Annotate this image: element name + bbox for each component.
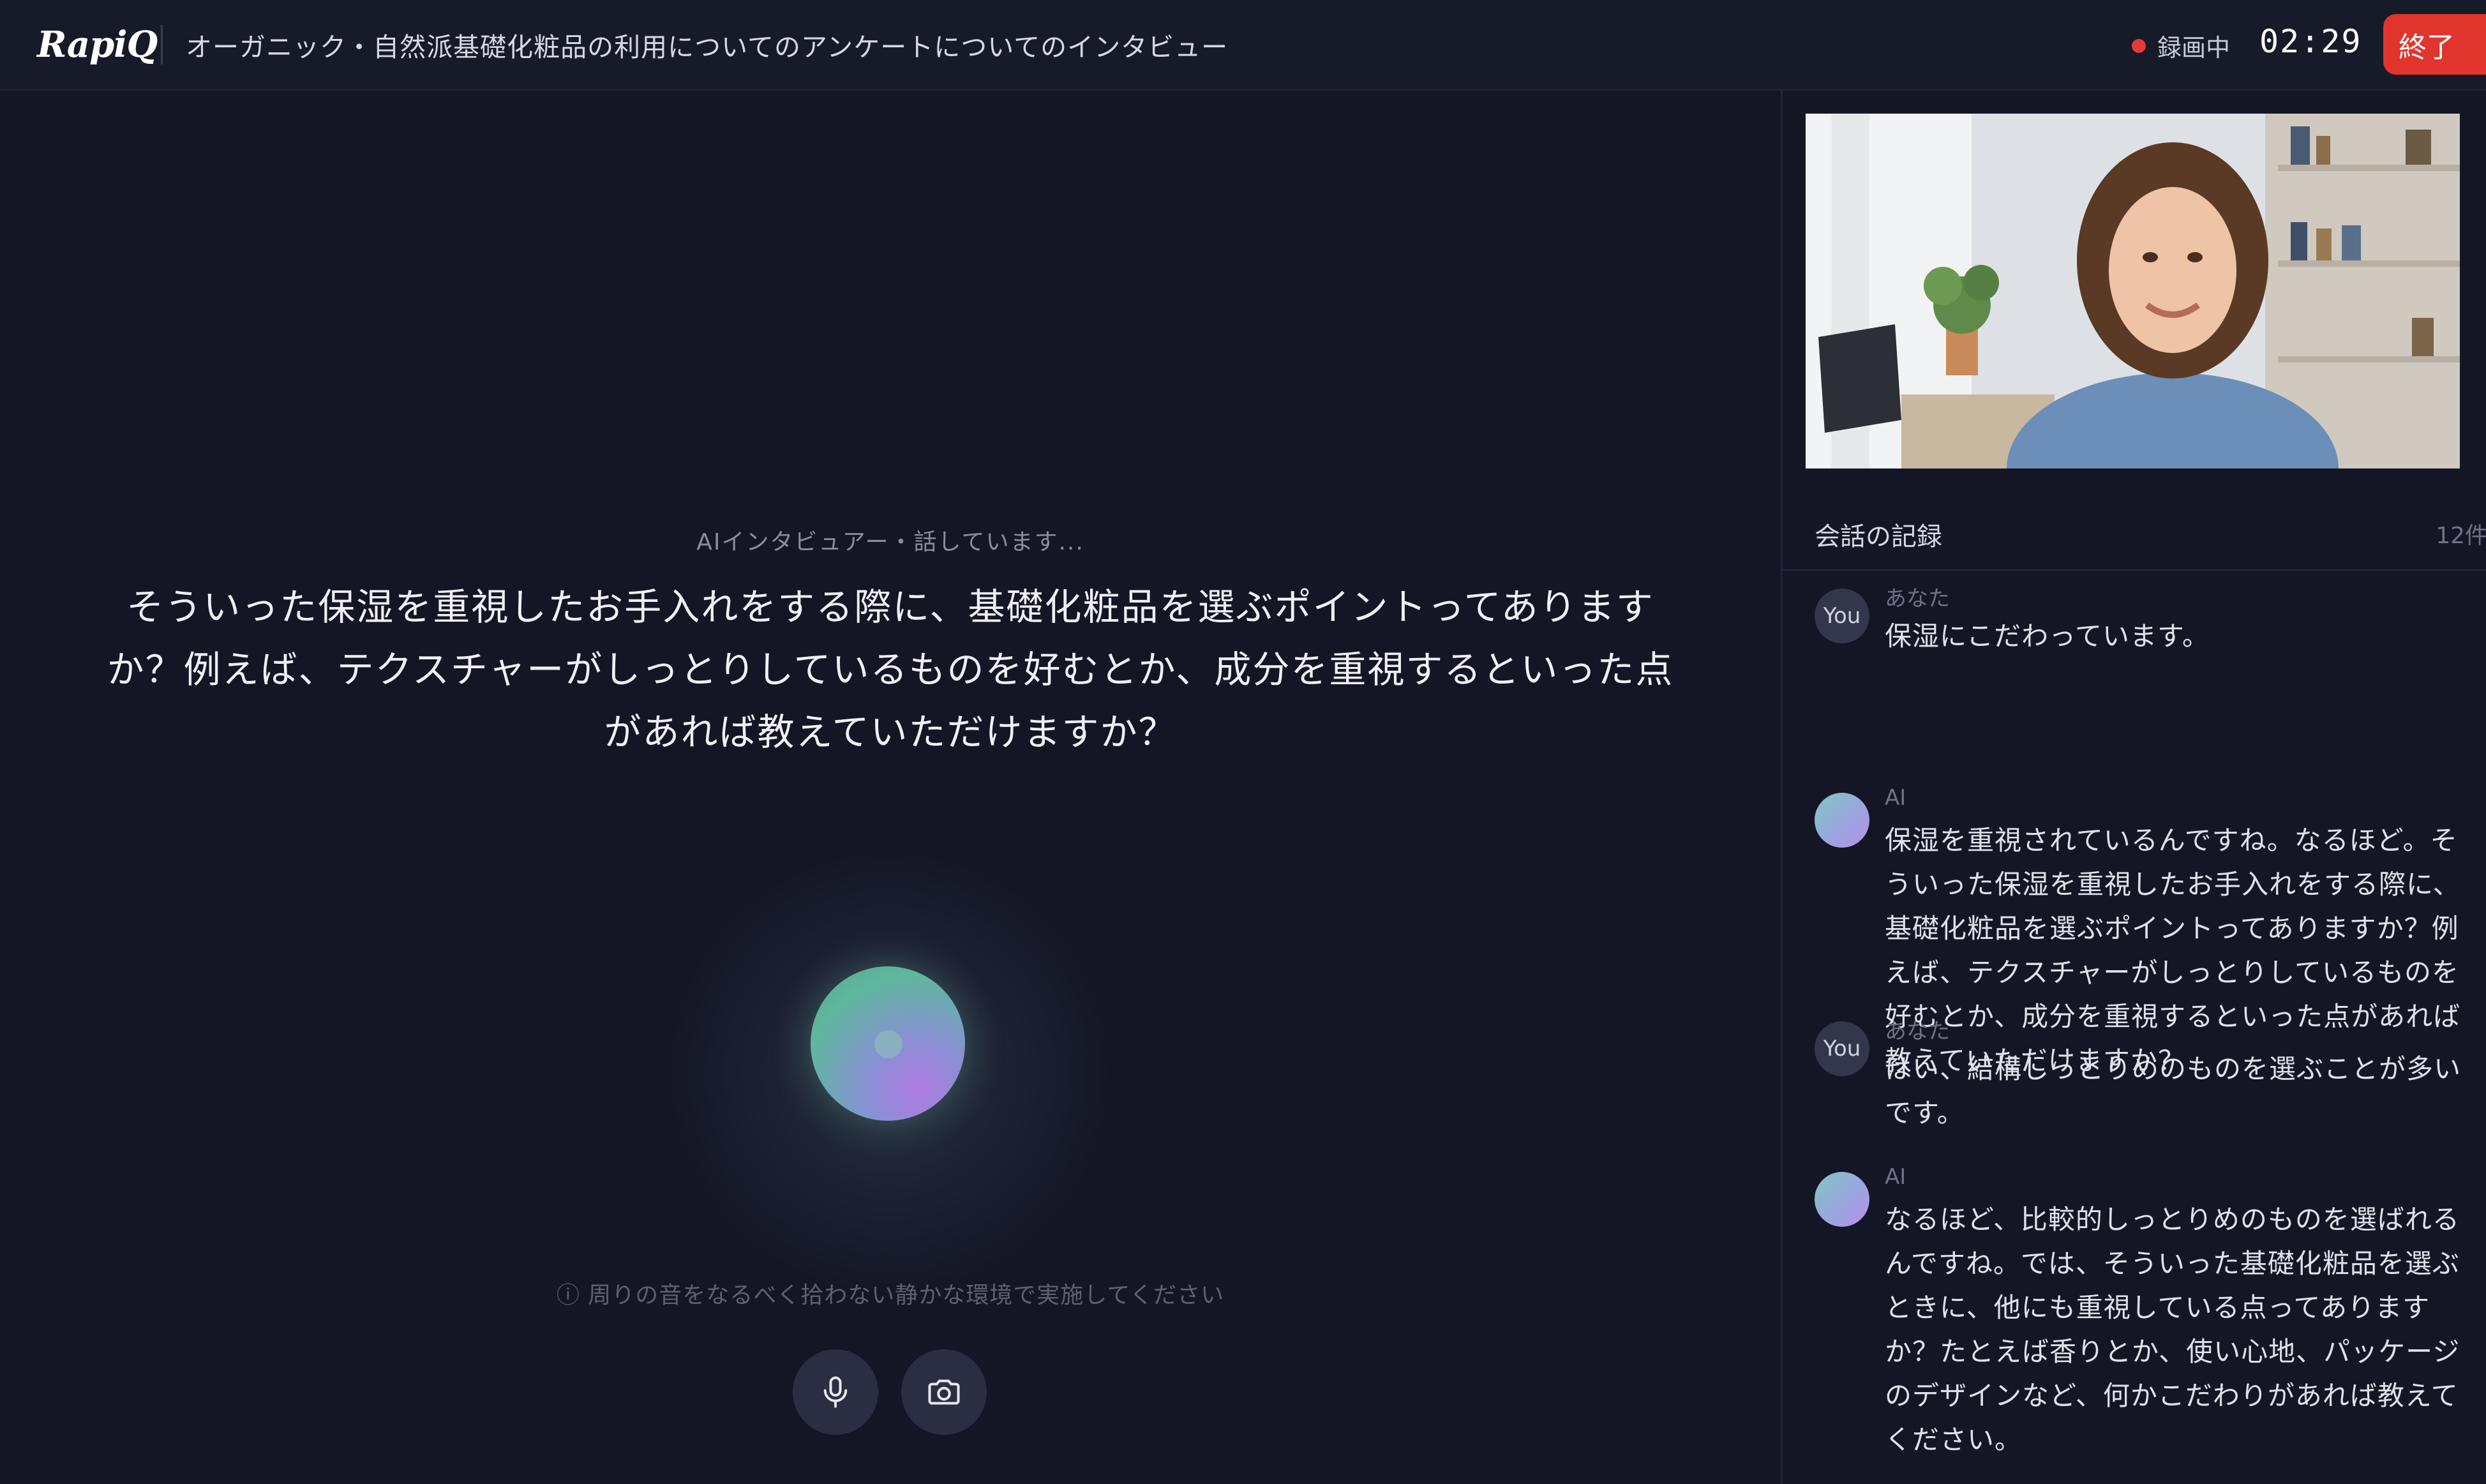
message-text: はい、結構しっとりめのものを選ぶことが多いです。 [1885, 1053, 2462, 1128]
elapsed-timer: 02:29 [2259, 23, 2362, 60]
camera-icon [928, 1379, 960, 1405]
conversation-log-count: 12件 [2436, 523, 2486, 549]
participant-video-frame [1806, 114, 2469, 468]
voice-orb-core [874, 1030, 902, 1058]
message-text: 保湿を重視されているんですね。なるほど。そういった保湿を重視したお手入れをする際… [1885, 825, 2461, 1076]
environment-hint: ⓘ 周りの音をなるべく拾わない静かな環境で実施してください [556, 1282, 1225, 1308]
right-panel: 会話の記録 12件 You あなた 保湿にこだわっています。 AI 保湿を重視さ… [1781, 91, 2486, 1484]
recording-indicator: 録画中 [2132, 28, 2230, 63]
user-avatar: You [1815, 1021, 1869, 1076]
message-text: なるほど、比較的しっとりめのものを選ばれるんですね。では、そういった基礎化粧品を… [1885, 1204, 2460, 1455]
message-text: 保湿にこだわっています。 [1885, 620, 2210, 652]
microphone-button[interactable] [793, 1349, 878, 1435]
recording-dot-icon [2132, 38, 2146, 53]
app-logo: RapiQ [37, 24, 158, 66]
current-question: そういった保湿を重視したお手入れをする際に、基礎化粧品を選ぶポイントってあります… [107, 585, 1674, 754]
ai-status-text: AIインタビュアー・話しています... [696, 529, 1084, 555]
message-speaker: AI [1885, 1164, 1906, 1190]
ai-avatar [1815, 1172, 1869, 1227]
recording-label: 録画中 [2157, 34, 2231, 62]
end-interview-button[interactable]: 終了 [2383, 14, 2486, 75]
message-speaker: あなた [1885, 1019, 1950, 1044]
page-title: オーガニック・自然派基礎化粧品の利用についてのアンケートについてのインタビュー [186, 32, 1229, 63]
camera-button[interactable] [901, 1349, 987, 1435]
header-divider [161, 25, 163, 64]
user-avatar: You [1815, 588, 1869, 643]
conversation-log-title: 会話の記録 [1815, 522, 1942, 551]
conversation-log-header: 会話の記録 12件 [1783, 489, 2486, 571]
message-speaker: AI [1885, 785, 1906, 811]
participant-video [1806, 114, 2469, 468]
message-speaker: あなた [1885, 586, 1950, 611]
microphone-icon [823, 1376, 848, 1408]
top-bar: RapiQ オーガニック・自然派基礎化粧品の利用についてのアンケートについてのイ… [0, 0, 2486, 91]
ai-avatar [1815, 793, 1869, 848]
interview-stage: AIインタビュアー・話しています... そういった保湿を重視したお手入れをする際… [0, 91, 1781, 1484]
